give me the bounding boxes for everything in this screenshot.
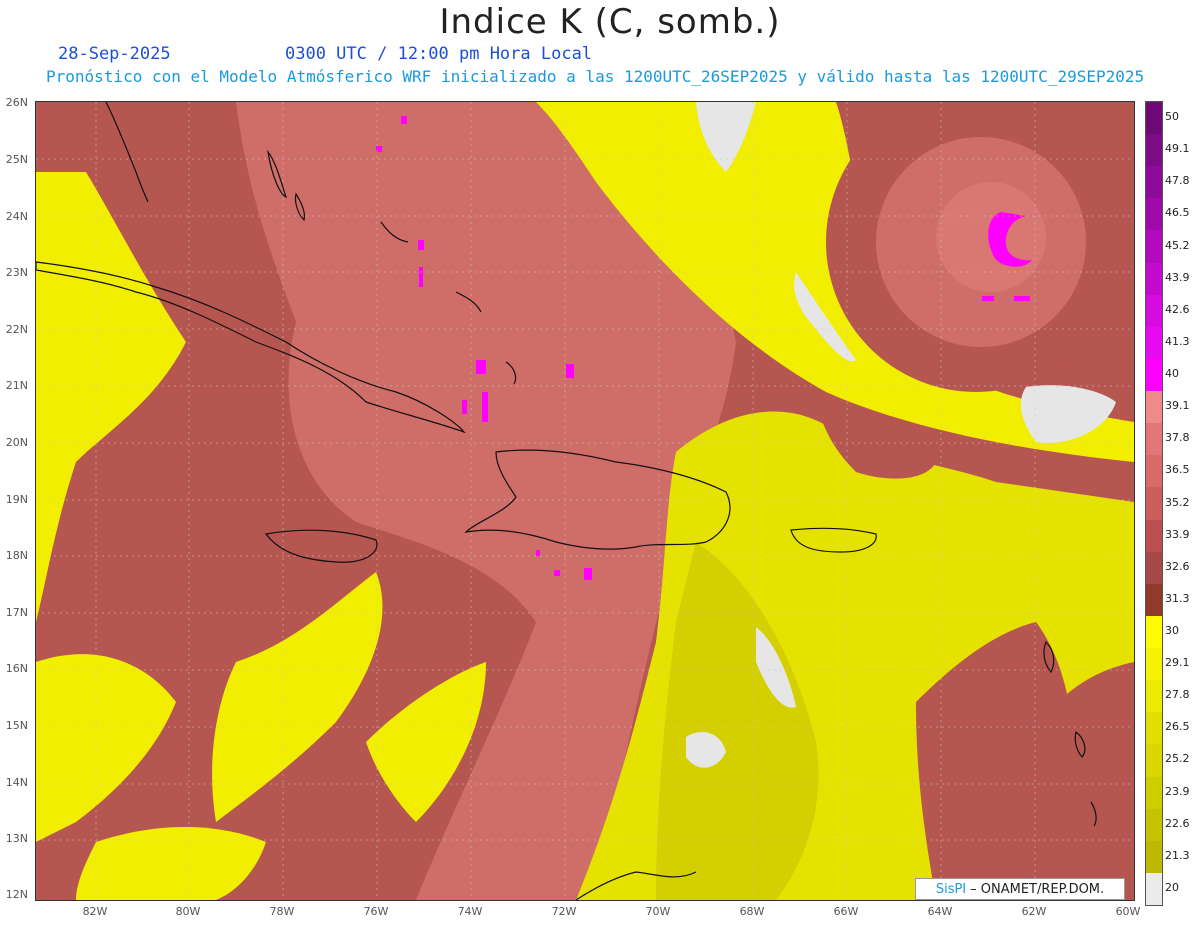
lon-label: 80W [175, 905, 201, 918]
color-scale-label: 35.2 [1165, 495, 1190, 509]
lat-label: 25N [5, 153, 28, 166]
color-scale-segment [1146, 808, 1162, 842]
lat-label: 13N [5, 832, 28, 845]
color-scale-segment [1146, 423, 1162, 456]
lat-label: 12N [5, 888, 28, 901]
lon-label: 66W [833, 905, 859, 918]
lon-label: 82W [82, 905, 108, 918]
color-scale-label: 25.2 [1165, 752, 1190, 766]
color-scale-label: 36.5 [1165, 463, 1190, 477]
color-scale-label: 43.9 [1165, 270, 1190, 284]
credit-box: SisPI – ONAMET/REP.DOM. [915, 878, 1125, 900]
color-scale-segment [1146, 648, 1162, 681]
lon-label: 78W [269, 905, 295, 918]
color-scale-label: 45.2 [1165, 238, 1190, 252]
color-scale-label: 46.5 [1165, 206, 1190, 220]
color-scale-label: 21.3 [1165, 848, 1190, 862]
color-scale-label: 47.8 [1165, 174, 1190, 188]
lat-label: 26N [5, 96, 28, 109]
lon-label: 68W [739, 905, 765, 918]
color-scale-segment [1146, 583, 1162, 617]
color-scale-label: 26.5 [1165, 720, 1190, 734]
color-scale-segment [1146, 840, 1162, 874]
lat-label: 20N [5, 436, 28, 449]
color-scale-segment [1146, 358, 1162, 392]
color-scale-segment [1146, 615, 1162, 649]
lon-label: 76W [363, 905, 389, 918]
color-scale-label: 37.8 [1165, 431, 1190, 445]
lat-label: 21N [5, 379, 28, 392]
color-scale-segment [1146, 872, 1162, 906]
color-scale-segment [1146, 744, 1162, 777]
lon-label: 70W [645, 905, 671, 918]
lat-label: 17N [5, 606, 28, 619]
color-scale-segment [1146, 487, 1162, 521]
color-scale-label: 22.6 [1165, 816, 1190, 830]
forecast-time: 0300 UTC / 12:00 pm Hora Local [285, 44, 593, 64]
color-scale-bar [1145, 101, 1163, 906]
color-scale-segment [1146, 776, 1162, 810]
lon-label: 64W [927, 905, 953, 918]
color-scale-segment [1146, 230, 1162, 264]
lat-label: 24N [5, 210, 28, 223]
color-scale-label: 32.6 [1165, 559, 1190, 573]
lon-label: 74W [457, 905, 483, 918]
lat-label: 19N [5, 493, 28, 506]
color-scale-label: 23.9 [1165, 784, 1190, 798]
color-scale-segment [1146, 680, 1162, 713]
lat-label: 23N [5, 266, 28, 279]
color-scale-segment [1146, 198, 1162, 231]
credit-text: – ONAMET/REP.DOM. [970, 881, 1105, 897]
color-scale-label: 31.3 [1165, 591, 1190, 605]
color-scale-label: 30 [1165, 623, 1179, 637]
color-scale-segment [1146, 294, 1162, 328]
color-scale-label: 27.8 [1165, 688, 1190, 702]
forecast-date: 28-Sep-2025 [58, 44, 171, 64]
color-scale-segment [1146, 519, 1162, 553]
map-title: Indice K (C, somb.) [439, 2, 781, 42]
lat-label: 15N [5, 719, 28, 732]
lat-label: 16N [5, 662, 28, 675]
color-scale-label: 40 [1165, 367, 1179, 381]
color-scale-label: 42.6 [1165, 302, 1190, 316]
color-scale-label: 49.1 [1165, 142, 1190, 156]
color-scale-segment [1146, 102, 1162, 135]
color-scale-label: 39.1 [1165, 399, 1190, 413]
map-area [35, 101, 1135, 901]
color-scale-segment [1146, 455, 1162, 488]
color-scale-segment [1146, 262, 1162, 296]
color-scale-segment [1146, 134, 1162, 167]
color-scale-segment [1146, 326, 1162, 360]
color-scale-segment [1146, 551, 1162, 585]
color-scale-label: 20 [1165, 880, 1179, 894]
lat-label: 18N [5, 549, 28, 562]
color-scale-label: 33.9 [1165, 527, 1190, 541]
color-scale-segment [1146, 391, 1162, 424]
lat-label: 14N [5, 776, 28, 789]
credit-brand: SisPI [935, 881, 967, 897]
color-scale-segment [1146, 166, 1162, 199]
lon-label: 60W [1115, 905, 1141, 918]
lon-label: 72W [551, 905, 577, 918]
k-index-field [36, 102, 1134, 900]
color-scale-segment [1146, 712, 1162, 745]
color-scale-label: 50 [1165, 110, 1179, 124]
forecast-description: Pronóstico con el Modelo Atmósferico WRF… [46, 67, 1145, 86]
lat-label: 22N [5, 323, 28, 336]
color-scale-label: 41.3 [1165, 334, 1190, 348]
color-scale-label: 29.1 [1165, 656, 1190, 670]
lon-label: 62W [1021, 905, 1047, 918]
